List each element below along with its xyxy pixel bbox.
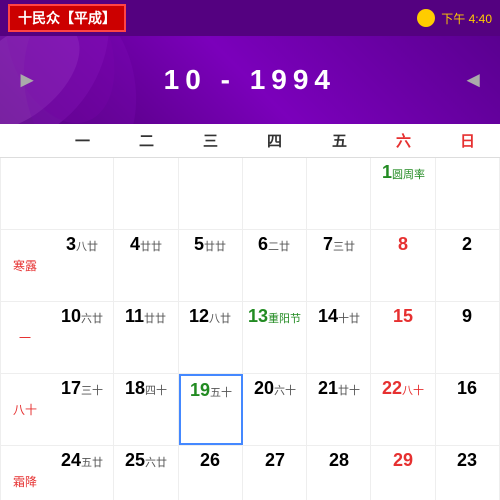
day-cell-r3-d3[interactable]: 20六十 — [243, 374, 307, 445]
calendar-app: 十民众【平成】 下午 4:40 ◄ 1994 - 10 ► — [0, 0, 500, 500]
weekday-sun: 日 — [436, 124, 500, 157]
prev-month-button[interactable]: ◄ — [462, 67, 484, 93]
day-cell-r1-d6[interactable]: 2 — [436, 230, 500, 301]
day-cell-r1-d1[interactable]: 4廿廿 — [114, 230, 178, 301]
day-cell-r2-d0[interactable]: 10六廿 — [50, 302, 114, 373]
day-cell-r4-d2[interactable]: 26 — [179, 446, 243, 500]
weekday-wed: 三 — [179, 124, 243, 157]
weekday-header: 一 二 三 四 五 六 日 — [0, 124, 500, 158]
day-cell-r2-d3[interactable]: 13重阳节 — [243, 302, 307, 373]
day-cell-r4-d6[interactable]: 23 — [436, 446, 500, 500]
day-cell-r0-d2[interactable] — [179, 158, 243, 229]
day-cell-r0-d3[interactable] — [243, 158, 307, 229]
day-cell-r0-d4[interactable] — [307, 158, 371, 229]
side-label-header — [0, 124, 50, 157]
side-label-1: 寒露 — [0, 230, 50, 301]
month-header: ◄ 1994 - 10 ► — [0, 36, 500, 124]
side-label-3: 八十 — [0, 374, 50, 445]
side-label-2: 一 — [0, 302, 50, 373]
day-cell-r0-d1[interactable] — [114, 158, 178, 229]
month-title: 1994 - 10 — [164, 64, 336, 96]
day-cell-r1-d4[interactable]: 7三廿 — [307, 230, 371, 301]
day-cell-r3-d6[interactable]: 16 — [436, 374, 500, 445]
day-cell-r4-d4[interactable]: 28 — [307, 446, 371, 500]
day-cell-r1-d0[interactable]: 3八廿 — [50, 230, 114, 301]
day-cell-r2-d1[interactable]: 11廿廿 — [114, 302, 178, 373]
day-cell-r4-d3[interactable]: 27 — [243, 446, 307, 500]
coin-icon — [417, 9, 435, 27]
calendar-row-4: 霜降24五廿25六廿2627282923 — [0, 446, 500, 500]
day-cell-r2-d2[interactable]: 12八廿 — [179, 302, 243, 373]
day-cell-r3-d5[interactable]: 22八十 — [371, 374, 435, 445]
side-label-0 — [0, 158, 50, 229]
side-label-4: 霜降 — [0, 446, 50, 500]
day-cell-r1-d3[interactable]: 6二廿 — [243, 230, 307, 301]
calendar-grid: 一 二 三 四 五 六 日 1圆周率寒露3八廿4廿廿5廿廿6二廿7三廿82一10… — [0, 124, 500, 500]
status-area: 下午 4:40 — [417, 9, 492, 27]
calendar-row-0: 1圆周率 — [0, 158, 500, 230]
calendar-rows: 1圆周率寒露3八廿4廿廿5廿廿6二廿7三廿82一10六廿11廿廿12八廿13重阳… — [0, 158, 500, 500]
day-cell-r0-d0[interactable] — [50, 158, 114, 229]
weekday-mon: 一 — [50, 124, 114, 157]
day-cell-r1-d2[interactable]: 5廿廿 — [179, 230, 243, 301]
day-cell-r4-d1[interactable]: 25六廿 — [114, 446, 178, 500]
weekday-fri: 五 — [307, 124, 371, 157]
app-title: 十民众【平成】 — [8, 4, 126, 32]
weekday-thu: 四 — [243, 124, 307, 157]
top-bar: 十民众【平成】 下午 4:40 — [0, 0, 500, 36]
weekday-tue: 二 — [114, 124, 178, 157]
day-cell-r4-d5[interactable]: 29 — [371, 446, 435, 500]
day-cell-r2-d6[interactable]: 9 — [436, 302, 500, 373]
calendar-row-2: 一10六廿11廿廿12八廿13重阳节14十廿159 — [0, 302, 500, 374]
calendar-row-3: 八十17三十18四十19五十20六十21廿十22八十16 — [0, 374, 500, 446]
day-cell-r3-d1[interactable]: 18四十 — [114, 374, 178, 445]
weekday-sat: 六 — [371, 124, 435, 157]
day-cell-r0-d6[interactable] — [436, 158, 500, 229]
day-cell-r2-d4[interactable]: 14十廿 — [307, 302, 371, 373]
calendar-row-1: 寒露3八廿4廿廿5廿廿6二廿7三廿82 — [0, 230, 500, 302]
next-month-button[interactable]: ► — [16, 67, 38, 93]
day-cell-r2-d5[interactable]: 15 — [371, 302, 435, 373]
day-cell-r0-d5[interactable]: 1圆周率 — [371, 158, 435, 229]
day-cell-r3-d2[interactable]: 19五十 — [179, 374, 243, 445]
day-cell-r3-d4[interactable]: 21廿十 — [307, 374, 371, 445]
day-cell-r3-d0[interactable]: 17三十 — [50, 374, 114, 445]
day-cell-r1-d5[interactable]: 8 — [371, 230, 435, 301]
day-cell-r4-d0[interactable]: 24五廿 — [50, 446, 114, 500]
